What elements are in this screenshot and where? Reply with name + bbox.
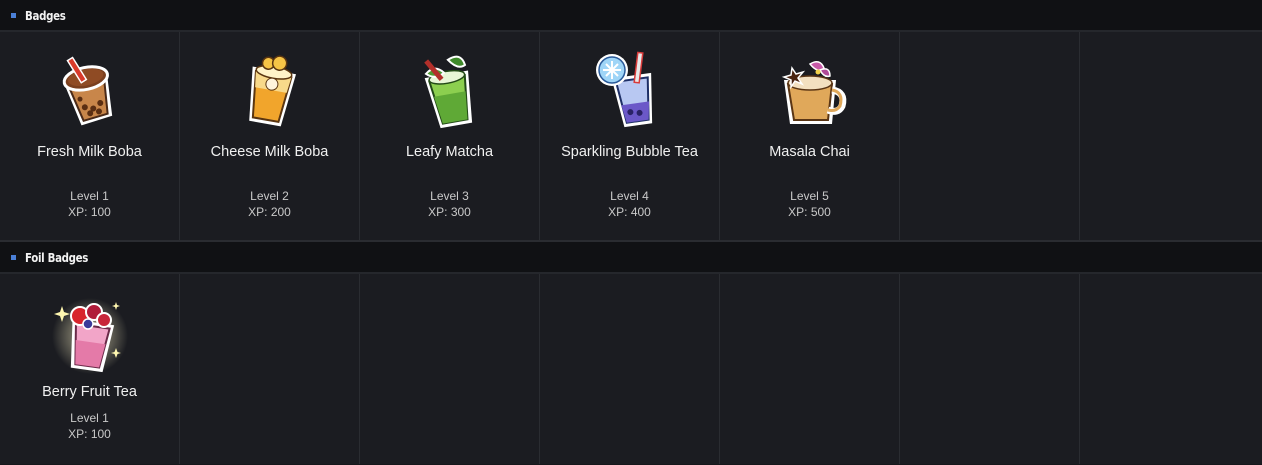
empty-badge-slot [1080,32,1258,240]
badges-section: Badges Fresh Milk Boba Level 1 XP: 100 C… [0,0,1262,242]
badge-card[interactable]: Sparkling Bubble Tea Level 4 XP: 400 [540,32,720,240]
badge-card[interactable]: Fresh Milk Boba Level 1 XP: 100 [0,32,180,240]
empty-badge-slot [180,274,360,464]
foil-badge-grid: Berry Fruit Tea Level 1 XP: 100 [0,274,1262,464]
foil-badges-section: Foil Badges Berry Fruit Tea Level 1 XP: … [0,242,1262,464]
badge-level: Level 4 [610,189,649,203]
badge-name: Sparkling Bubble Tea [561,144,698,160]
boba-milk-tea-icon [50,50,130,130]
berry-fruit-tea-icon [50,294,130,374]
section-header: Foil Badges [0,242,1262,274]
badge-card[interactable]: Masala Chai Level 5 XP: 500 [720,32,900,240]
sparkling-bubble-tea-icon [590,50,670,130]
empty-badge-slot [360,274,540,464]
badge-card[interactable]: Cheese Milk Boba Level 2 XP: 200 [180,32,360,240]
masala-chai-icon [770,50,850,130]
badge-xp: XP: 100 [68,205,111,219]
section-bullet-icon [11,254,16,260]
badge-level: Level 3 [430,189,469,203]
section-bullet-icon [11,12,16,18]
badge-level: Level 5 [790,189,829,203]
section-title: Foil Badges [25,249,89,265]
section-header: Badges [0,0,1262,32]
badge-name: Cheese Milk Boba [210,144,329,160]
badge-name: Berry Fruit Tea [42,384,137,400]
badge-name: Fresh Milk Boba [37,144,142,160]
badge-xp: XP: 200 [248,205,291,219]
badge-level: Level 1 [70,189,109,203]
badge-xp: XP: 300 [428,205,471,219]
badge-name: Leafy Matcha [405,144,494,160]
empty-badge-slot [720,274,900,464]
section-title: Badges [25,7,66,23]
empty-badge-slot [1080,274,1258,464]
badge-xp: XP: 100 [68,427,111,441]
matcha-drink-icon [410,50,490,130]
badge-card[interactable]: Leafy Matcha Level 3 XP: 300 [360,32,540,240]
empty-badge-slot [900,274,1080,464]
badge-name: Masala Chai [769,144,850,160]
empty-badge-slot [900,32,1080,240]
badge-grid: Fresh Milk Boba Level 1 XP: 100 Cheese M… [0,32,1262,242]
cheese-milk-tea-icon [230,50,310,130]
badge-xp: XP: 400 [608,205,651,219]
empty-badge-slot [540,274,720,464]
badge-card[interactable]: Berry Fruit Tea Level 1 XP: 100 [0,274,180,464]
badge-level: Level 2 [250,189,289,203]
badge-level: Level 1 [70,411,109,425]
badge-xp: XP: 500 [788,205,831,219]
